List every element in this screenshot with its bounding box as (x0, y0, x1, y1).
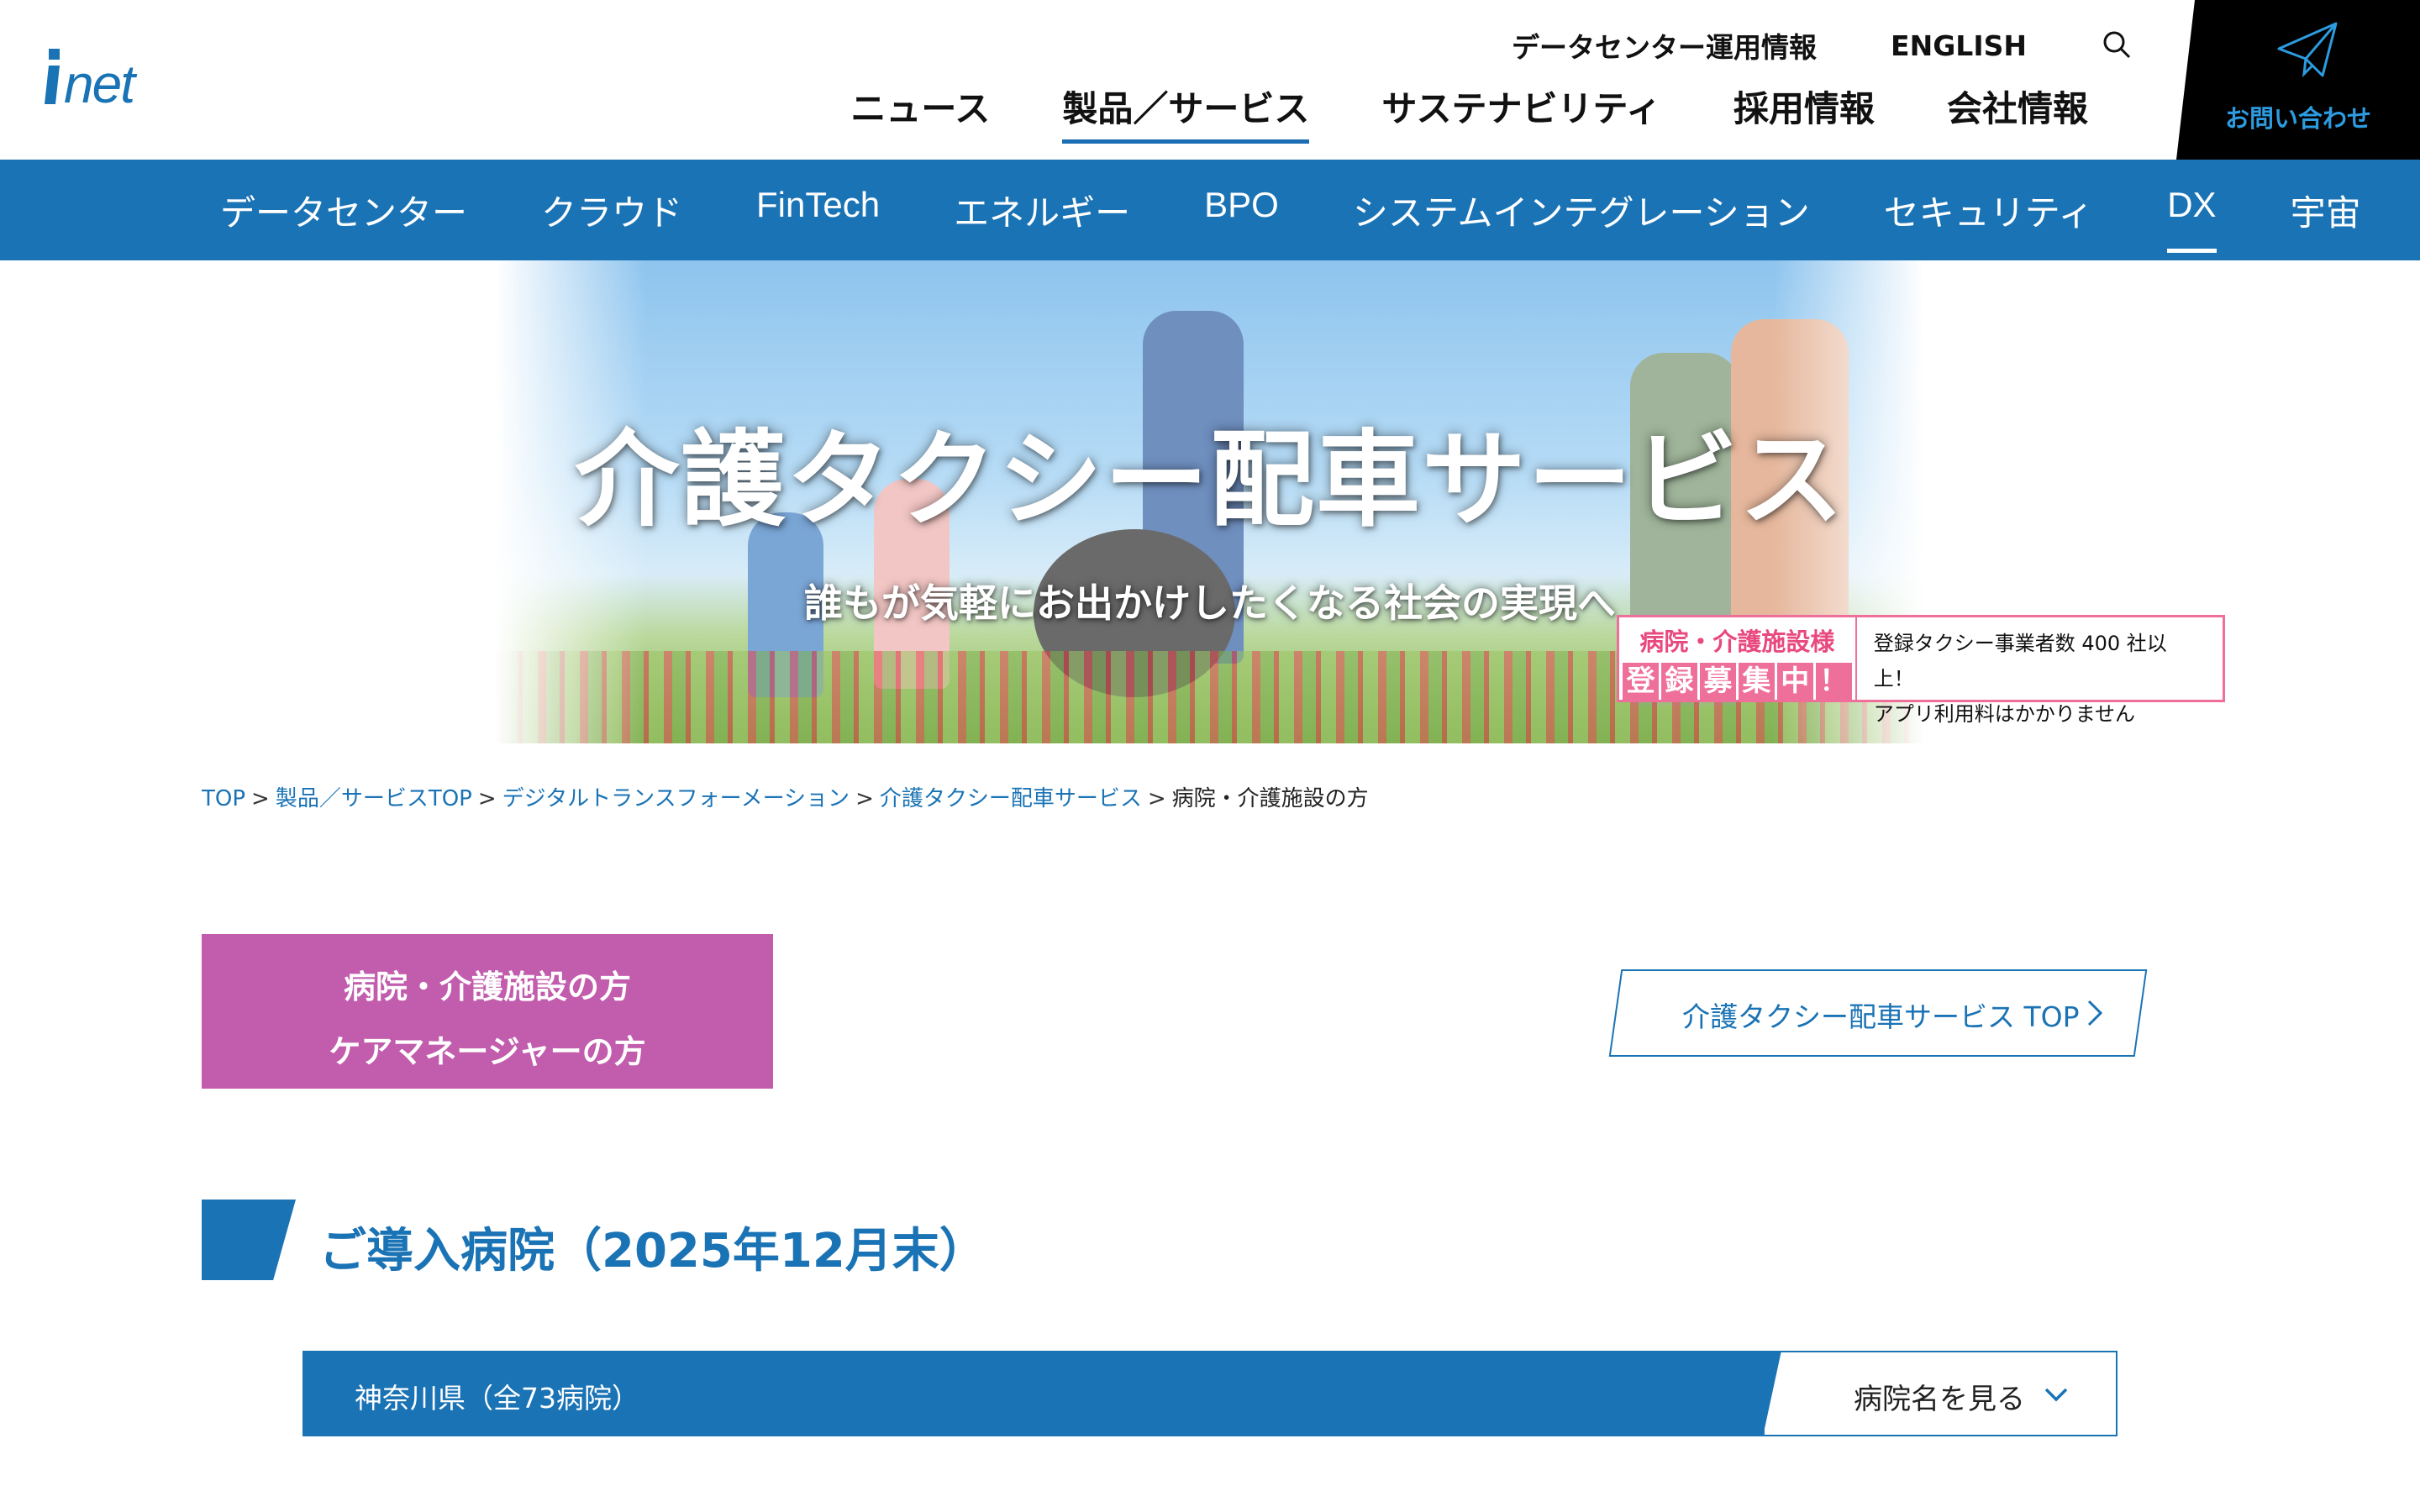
hero-title: 介護タクシー配車サービス (574, 420, 1845, 541)
cat-bpo[interactable]: BPO (1204, 185, 1279, 248)
promo-char: 登 (1623, 663, 1659, 700)
chevron-right-icon (2087, 1000, 2103, 1026)
contact-label: お問い合わせ (2224, 104, 2371, 133)
cat-security[interactable]: セキュリティ (1884, 185, 2093, 248)
cat-cloud[interactable]: クラウド (541, 185, 682, 248)
section-heading-mark (202, 1200, 296, 1280)
svg-text:net: net (64, 54, 137, 113)
section-title: ご導入病院（2025年12月末） (319, 1224, 986, 1278)
inet-logo[interactable]: net (44, 40, 161, 113)
breadcrumb-products[interactable]: 製品／サービスTOP (276, 786, 472, 811)
breadcrumb-care-taxi[interactable]: 介護タクシー配車サービス (880, 786, 1142, 811)
cat-energy[interactable]: エネルギー (954, 185, 1130, 248)
promo-char: 録 (1660, 663, 1697, 700)
promo-line-2: アプリ利用料はかかりません (1873, 702, 2135, 726)
paper-plane-icon (2277, 22, 2338, 78)
show-hospitals-label: 病院名を見る (1854, 1383, 2025, 1416)
contact-button[interactable]: お問い合わせ (2176, 0, 2420, 160)
english-link[interactable]: ENGLISH (1891, 29, 2027, 62)
audience-label-box: 病院・介護施設の方 ケアマネージャーの方 (202, 934, 773, 1089)
show-hospitals-toggle[interactable]: 病院名を見る (1763, 1351, 2118, 1436)
cat-space[interactable]: 宇宙 (2291, 185, 2361, 248)
nav-company[interactable]: 会社情報 (1947, 81, 2088, 144)
promo-heading: 病院・介護施設様 (1639, 627, 1835, 656)
main-nav: ニュース 製品／サービス サステナビリティ 採用情報 会社情報 (850, 81, 2088, 144)
promo-char: 募 (1699, 663, 1736, 700)
care-taxi-top-label: 介護タクシー配車サービス TOP (1682, 1000, 2080, 1033)
breadcrumb-top[interactable]: TOP (202, 786, 245, 811)
cat-datacenter[interactable]: データセンター (220, 185, 467, 248)
promo-char: 集 (1738, 663, 1775, 700)
category-bar: データセンター クラウド FinTech エネルギー BPO システムインテグレ… (0, 160, 2420, 260)
promo-line-1: 登録タクシー事業者数 400 社以上！ (1873, 632, 2167, 690)
nav-recruit[interactable]: 採用情報 (1733, 81, 1875, 144)
chevron-down-icon (2044, 1388, 2068, 1402)
breadcrumb-dx[interactable]: デジタルトランスフォーメーション (502, 786, 850, 811)
registration-promo-banner[interactable]: 病院・介護施設様 登 録 募 集 中 ！ 登録タクシー事業者数 400 社以上！… (1617, 615, 2225, 726)
utility-nav: データセンター運用情報 ENGLISH (1512, 25, 2134, 66)
cat-system-integration[interactable]: システムインテグレーション (1353, 185, 1810, 248)
promo-char: ！ (1815, 663, 1852, 700)
prefecture-name: 神奈川県（全73病院） (355, 1382, 639, 1415)
breadcrumb: TOP > 製品／サービスTOP > デジタルトランスフォーメーション > 介護タクシー配車… (202, 786, 1369, 811)
nav-news[interactable]: ニュース (850, 81, 990, 144)
audience-line-1: 病院・介護施設の方 (343, 969, 631, 1005)
promo-char: 中 (1776, 663, 1813, 700)
site-header: net データセンター運用情報 ENGLISH ニュース 製品／サービス サステ… (0, 0, 2420, 160)
datacenter-info-link[interactable]: データセンター運用情報 (1512, 25, 1817, 66)
breadcrumb-current: 病院・介護施設の方 (1171, 786, 1369, 811)
nav-sustainability[interactable]: サステナビリティ (1381, 81, 1661, 144)
prefecture-accordion[interactable]: 神奈川県（全73病院） 病院名を見る (302, 1351, 2118, 1436)
cat-fintech[interactable]: FinTech (756, 185, 880, 248)
cat-dx[interactable]: DX (2167, 185, 2217, 253)
audience-line-2: ケアマネージャーの方 (329, 1033, 646, 1070)
search-icon[interactable] (2101, 29, 2134, 62)
care-taxi-top-button[interactable]: 介護タクシー配車サービス TOP (1608, 969, 2148, 1057)
nav-products-services[interactable]: 製品／サービス (1062, 81, 1310, 144)
